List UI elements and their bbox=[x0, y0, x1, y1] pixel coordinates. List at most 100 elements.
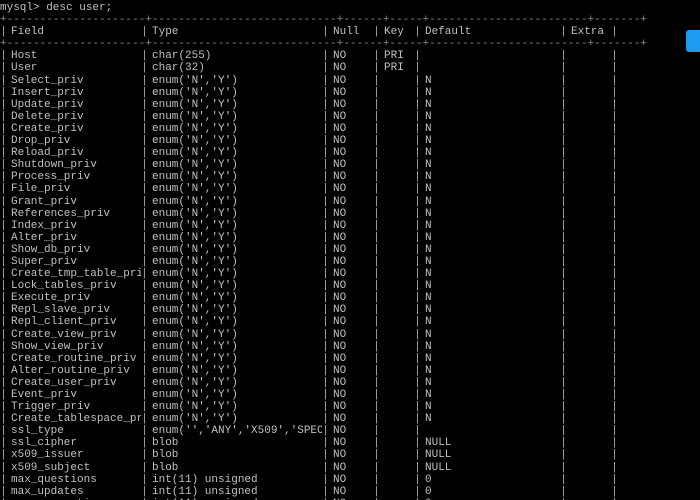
pipe-icon: | bbox=[611, 449, 618, 461]
cell-key bbox=[380, 135, 414, 147]
cell-default: NULL bbox=[421, 449, 560, 461]
pipe-icon: | bbox=[373, 437, 380, 449]
pipe-icon: | bbox=[322, 256, 329, 268]
cell-extra bbox=[567, 256, 611, 268]
cell-field: Delete_priv bbox=[7, 111, 141, 123]
cell-null: NO bbox=[329, 425, 373, 437]
table-row: |Shutdown_priv|enum('N','Y')|NO||N|| bbox=[0, 159, 700, 171]
pipe-icon: | bbox=[611, 341, 618, 353]
pipe-icon: | bbox=[560, 220, 567, 232]
table-row: |Delete_priv|enum('N','Y')|NO||N|| bbox=[0, 111, 700, 123]
table-row: |Create_tablespace_priv|enum('N','Y')|NO… bbox=[0, 413, 700, 425]
pipe-icon: | bbox=[373, 486, 380, 498]
pipe-icon: | bbox=[322, 377, 329, 389]
cell-type: enum('N','Y') bbox=[148, 377, 322, 389]
pipe-icon: | bbox=[414, 292, 421, 304]
pipe-icon: | bbox=[611, 437, 618, 449]
cell-type: enum('N','Y') bbox=[148, 316, 322, 328]
pipe-icon: | bbox=[560, 196, 567, 208]
terminal[interactable]: mysql> desc user; +---------------------… bbox=[0, 0, 700, 500]
pipe-icon: | bbox=[414, 389, 421, 401]
pipe-icon: | bbox=[141, 135, 148, 147]
cell-field: Process_priv bbox=[7, 171, 141, 183]
cell-default: N bbox=[421, 147, 560, 159]
table-row: |Super_priv|enum('N','Y')|NO||N|| bbox=[0, 256, 700, 268]
pipe-icon: | bbox=[141, 389, 148, 401]
cell-null: NO bbox=[329, 256, 373, 268]
pipe-icon: | bbox=[611, 75, 618, 87]
cell-type: enum('N','Y') bbox=[148, 353, 322, 365]
cell-type: enum('N','Y') bbox=[148, 256, 322, 268]
cell-null: NO bbox=[329, 196, 373, 208]
cell-type: enum('N','Y') bbox=[148, 99, 322, 111]
table-row: |Reload_priv|enum('N','Y')|NO||N|| bbox=[0, 147, 700, 159]
cell-default: N bbox=[421, 329, 560, 341]
pipe-icon: | bbox=[611, 268, 618, 280]
cell-key bbox=[380, 99, 414, 111]
pipe-icon: | bbox=[322, 159, 329, 171]
pipe-icon: | bbox=[0, 26, 7, 38]
pipe-icon: | bbox=[611, 256, 618, 268]
pipe-icon: | bbox=[611, 377, 618, 389]
pipe-icon: | bbox=[414, 171, 421, 183]
pipe-icon: | bbox=[611, 50, 618, 62]
cell-null: NO bbox=[329, 75, 373, 87]
cell-null: NO bbox=[329, 232, 373, 244]
pipe-icon: | bbox=[414, 87, 421, 99]
cell-null: NO bbox=[329, 474, 373, 486]
pipe-icon: | bbox=[141, 462, 148, 474]
cell-default: N bbox=[421, 389, 560, 401]
pipe-icon: | bbox=[141, 171, 148, 183]
cell-type: enum('N','Y') bbox=[148, 75, 322, 87]
cell-key bbox=[380, 208, 414, 220]
cell-field: Grant_priv bbox=[7, 196, 141, 208]
pipe-icon: | bbox=[414, 401, 421, 413]
pipe-icon: | bbox=[0, 353, 7, 365]
pipe-icon: | bbox=[611, 365, 618, 377]
cell-default: N bbox=[421, 413, 560, 425]
pipe-icon: | bbox=[414, 280, 421, 292]
pipe-icon: | bbox=[611, 135, 618, 147]
cell-type: enum('N','Y') bbox=[148, 389, 322, 401]
pipe-icon: | bbox=[414, 365, 421, 377]
cell-extra bbox=[567, 268, 611, 280]
pipe-icon: | bbox=[0, 437, 7, 449]
cell-default: N bbox=[421, 135, 560, 147]
pipe-icon: | bbox=[414, 462, 421, 474]
cell-key bbox=[380, 329, 414, 341]
pipe-icon: | bbox=[141, 50, 148, 62]
pipe-icon: | bbox=[373, 232, 380, 244]
cell-type: enum('N','Y') bbox=[148, 401, 322, 413]
pipe-icon: | bbox=[0, 196, 7, 208]
pipe-icon: | bbox=[322, 353, 329, 365]
cell-key bbox=[380, 365, 414, 377]
cell-key bbox=[380, 268, 414, 280]
pipe-icon: | bbox=[414, 329, 421, 341]
pipe-icon: | bbox=[560, 244, 567, 256]
pipe-icon: | bbox=[322, 232, 329, 244]
cell-default: NULL bbox=[421, 437, 560, 449]
pipe-icon: | bbox=[141, 401, 148, 413]
cell-default: 0 bbox=[421, 474, 560, 486]
cell-field: Super_priv bbox=[7, 256, 141, 268]
pipe-icon: | bbox=[0, 365, 7, 377]
pipe-icon: | bbox=[141, 183, 148, 195]
pipe-icon: | bbox=[322, 462, 329, 474]
pipe-icon: | bbox=[611, 123, 618, 135]
pipe-icon: | bbox=[560, 437, 567, 449]
pipe-icon: | bbox=[0, 389, 7, 401]
table-row: |max_updates|int(11) unsigned|NO||0|| bbox=[0, 486, 700, 498]
pipe-icon: | bbox=[373, 425, 380, 437]
cell-type: enum('N','Y') bbox=[148, 183, 322, 195]
cell-type: blob bbox=[148, 462, 322, 474]
pipe-icon: | bbox=[141, 123, 148, 135]
pipe-icon: | bbox=[141, 413, 148, 425]
table-row: |Lock_tables_priv|enum('N','Y')|NO||N|| bbox=[0, 280, 700, 292]
cell-extra bbox=[567, 304, 611, 316]
pipe-icon: | bbox=[373, 159, 380, 171]
cell-extra bbox=[567, 99, 611, 111]
pipe-icon: | bbox=[560, 135, 567, 147]
cell-default: N bbox=[421, 87, 560, 99]
cell-field: Create_routine_priv bbox=[7, 353, 141, 365]
cell-field: Insert_priv bbox=[7, 87, 141, 99]
